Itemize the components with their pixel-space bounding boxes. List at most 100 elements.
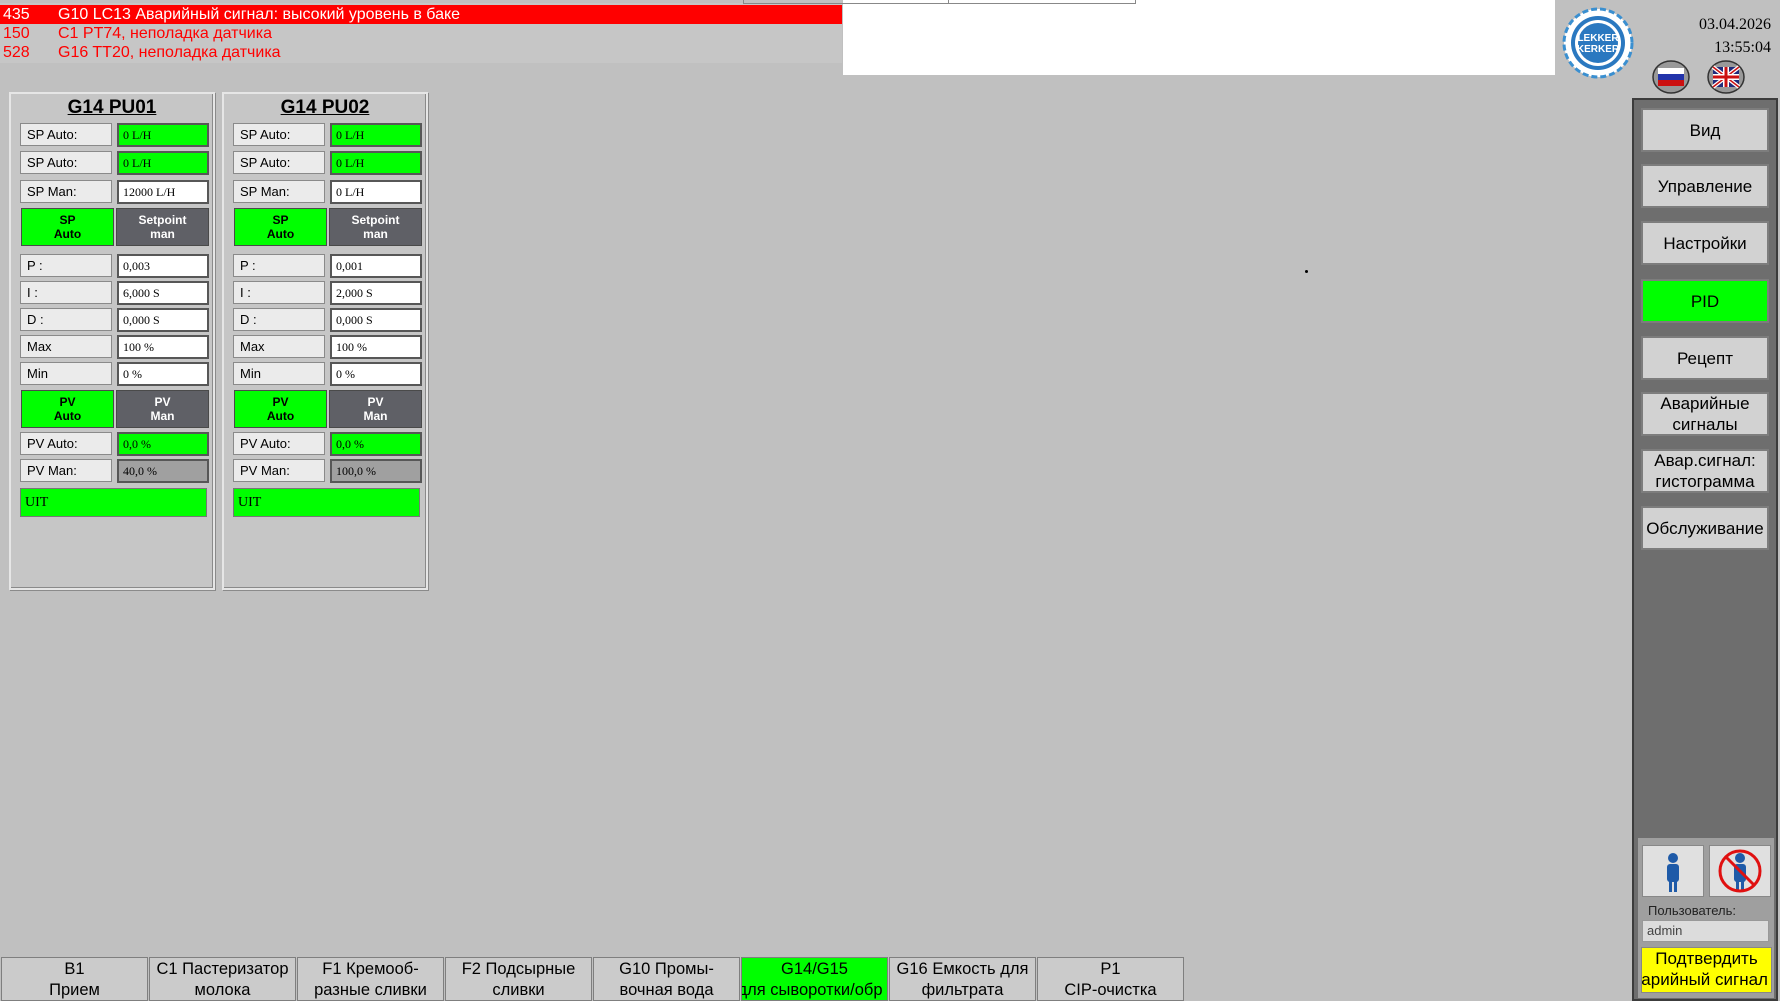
russia-flag-icon[interactable] — [1652, 60, 1690, 94]
button-label: Auto — [266, 409, 295, 423]
pv-auto-value: 0,0 % — [117, 432, 209, 456]
pv-auto-value: 0,0 % — [330, 432, 422, 456]
sp-auto-value: 0 L/H — [117, 123, 209, 147]
tab-g14-g15-whey[interactable]: G14/G15 для сыворотки/обр — [741, 957, 888, 1001]
message-area — [743, 0, 1555, 75]
max-label: Max — [20, 335, 112, 358]
uk-flag-icon[interactable] — [1707, 60, 1745, 94]
d-input[interactable]: 0,000 S — [117, 308, 209, 332]
pv-auto-label: PV Auto: — [20, 432, 112, 455]
tab-label-line1: F1 Кремооб- — [322, 960, 419, 978]
sp-auto-label: SP Auto: — [20, 151, 112, 174]
nav-button-recipe[interactable]: Рецепт — [1641, 336, 1769, 380]
user-label: Пользователь: — [1648, 903, 1736, 918]
sp-auto-label: SP Auto: — [233, 123, 325, 146]
pv-man-button[interactable]: PV Man — [116, 390, 209, 428]
min-input[interactable]: 0 % — [330, 362, 422, 386]
tab-c1-pasteurizer[interactable]: C1 Пастеризатор молока — [149, 957, 296, 1001]
max-input[interactable]: 100 % — [117, 335, 209, 359]
tab-g16-filtrate-tank[interactable]: G16 Емкость для фильтрата — [889, 957, 1036, 1001]
tab-p1-cip[interactable]: P1 CIP-очистка — [1037, 957, 1184, 1001]
tab-b1-reception[interactable]: B1 Прием — [1, 957, 148, 1001]
login-button[interactable] — [1642, 845, 1704, 897]
button-label: Setpoint — [138, 213, 187, 227]
button-label: SP — [272, 213, 289, 227]
alarm-row[interactable]: 150 C1 PT74, неполадка датчика — [0, 24, 842, 43]
d-input[interactable]: 0,000 S — [330, 308, 422, 332]
divider — [743, 0, 744, 4]
tab-label-line2: CIP-очистка — [1064, 981, 1157, 999]
p-label: P : — [233, 254, 325, 277]
d-label: D : — [233, 308, 325, 331]
alarm-row[interactable]: 435 G10 LC13 Аварийный сигнал: высокий у… — [0, 5, 842, 24]
panel-title: G14 PU01 — [67, 97, 157, 118]
min-input[interactable]: 0 % — [117, 362, 209, 386]
tab-label-line2: для сыворотки/обр — [741, 981, 883, 999]
uit-status: UIT — [20, 488, 207, 517]
nav-button-control[interactable]: Управление — [1641, 164, 1769, 208]
button-label: Auto — [266, 227, 295, 241]
acknowledge-alarm-button[interactable]: Подтвердить аварийный сигнал — [1641, 947, 1772, 993]
nav-button-maintenance[interactable]: Обслуживание — [1641, 506, 1769, 550]
tab-g10-rinse-water[interactable]: G10 Промы- вочная вода — [593, 957, 740, 1001]
tab-f2-whey-cream[interactable]: F2 Подсырные сливки — [445, 957, 592, 1001]
tab-label-line2: Прием — [49, 981, 100, 999]
divider — [743, 3, 1135, 4]
sp-auto-button[interactable]: SP Auto — [21, 208, 114, 246]
max-label: Max — [233, 335, 325, 358]
tab-label-line2: разные сливки — [314, 981, 427, 999]
sp-man-input[interactable]: 0 L/H — [330, 180, 422, 204]
sp-auto-value: 0 L/H — [330, 151, 422, 175]
setpoint-man-button[interactable]: Setpoint man — [116, 208, 209, 246]
max-input[interactable]: 100 % — [330, 335, 422, 359]
min-label: Min — [20, 362, 112, 385]
nav-button-pid[interactable]: PID — [1641, 279, 1769, 323]
nav-button-alarm-histogram[interactable]: Авар.сигнал: гистограмма — [1641, 449, 1769, 493]
alarm-number: 435 — [3, 6, 30, 23]
button-label: PV — [367, 395, 384, 409]
divider — [948, 0, 949, 4]
button-label: Man — [150, 409, 175, 423]
alarm-text: C1 PT74, неполадка датчика — [58, 25, 272, 42]
setpoint-man-button[interactable]: Setpoint man — [329, 208, 422, 246]
pv-auto-button[interactable]: PV Auto — [21, 390, 114, 428]
pv-man-button[interactable]: PV Man — [329, 390, 422, 428]
button-label: Auto — [53, 409, 82, 423]
tab-label-line1: C1 Пастеризатор — [156, 960, 289, 978]
sp-man-label: SP Man: — [233, 180, 325, 203]
button-label: Setpoint — [351, 213, 400, 227]
pv-auto-button[interactable]: PV Auto — [234, 390, 327, 428]
min-label: Min — [233, 362, 325, 385]
i-label: I : — [20, 281, 112, 304]
i-input[interactable]: 2,000 S — [330, 281, 422, 305]
nav-button-view[interactable]: Вид — [1641, 108, 1769, 152]
ack-label-line1: Подтвердить — [1655, 949, 1758, 968]
tab-label-line1: G10 Промы- — [619, 960, 714, 978]
alarm-text: G10 LC13 Аварийный сигнал: высокий урове… — [58, 6, 461, 23]
pv-man-value: 40,0 % — [117, 459, 209, 483]
sp-man-input[interactable]: 12000 L/H — [117, 180, 209, 204]
i-label: I : — [233, 281, 325, 304]
logout-button[interactable] — [1709, 845, 1771, 897]
i-input[interactable]: 6,000 S — [117, 281, 209, 305]
divider — [1135, 0, 1136, 4]
tab-f1-cream[interactable]: F1 Кремооб- разные сливки — [297, 957, 444, 1001]
tab-label-line2: фильтрата — [921, 981, 1004, 999]
p-input[interactable]: 0,003 — [117, 254, 209, 278]
nav-button-settings[interactable]: Настройки — [1641, 221, 1769, 265]
p-input[interactable]: 0,001 — [330, 254, 422, 278]
nav-button-alarms[interactable]: Аварийные сигналы — [1641, 392, 1769, 436]
p-label: P : — [20, 254, 112, 277]
alarm-number: 528 — [3, 44, 30, 61]
button-label: SP — [59, 213, 76, 227]
sp-auto-label: SP Auto: — [20, 123, 112, 146]
alarm-row[interactable]: 528 G16 TT20, неполадка датчика — [0, 43, 842, 62]
time-display: 13:55:04 — [1714, 39, 1771, 56]
pv-man-value: 100,0 % — [330, 459, 422, 483]
alarm-list[interactable]: 435 G10 LC13 Аварийный сигнал: высокий у… — [0, 3, 842, 63]
button-label: man — [363, 227, 388, 241]
sp-auto-button[interactable]: SP Auto — [234, 208, 327, 246]
nav-button-label: Аварийные сигналы — [1660, 394, 1750, 434]
button-label: PV — [154, 395, 171, 409]
alarm-number: 150 — [3, 25, 30, 42]
